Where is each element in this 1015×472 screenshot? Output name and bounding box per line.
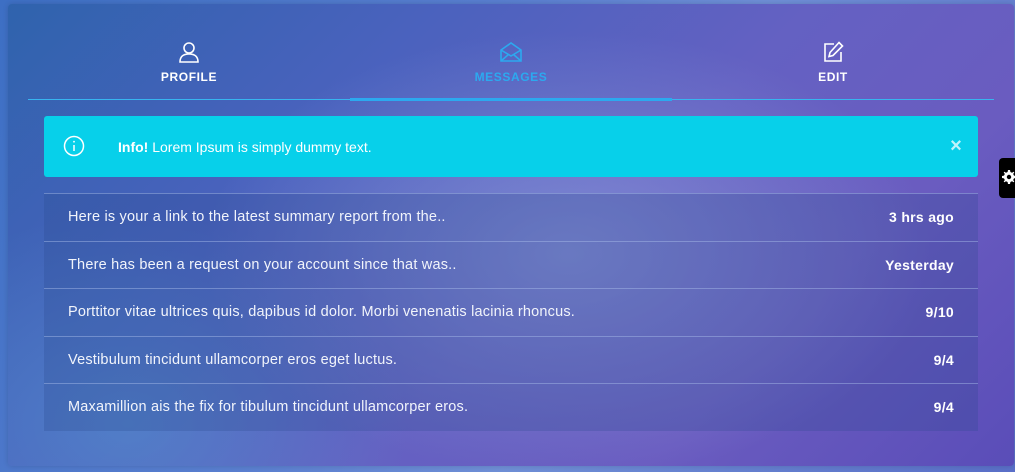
message-time: 3 hrs ago: [889, 209, 954, 226]
list-item[interactable]: Here is your a link to the latest summar…: [44, 193, 978, 241]
tab-profile[interactable]: PROFILE: [28, 4, 350, 99]
tab-bar: PROFILE MESSAGES EDIT: [28, 4, 994, 101]
tab-label: MESSAGES: [474, 70, 548, 84]
settings-toggle[interactable]: [999, 158, 1015, 198]
message-text: There has been a request on your account…: [68, 256, 457, 273]
info-alert: Info! Lorem Ipsum is simply dummy text. …: [44, 116, 978, 177]
alert-strong: Info!: [118, 139, 149, 155]
message-time: Yesterday: [885, 256, 954, 273]
info-icon: [63, 135, 85, 157]
envelope-open-icon: [500, 42, 522, 62]
gear-icon: [1002, 170, 1015, 184]
close-icon[interactable]: ×: [948, 135, 964, 157]
tab-edit[interactable]: EDIT: [672, 4, 994, 99]
message-time: 9/4: [933, 351, 954, 368]
message-time: 9/4: [933, 399, 954, 416]
tab-label: PROFILE: [160, 70, 218, 84]
message-list: Here is your a link to the latest summar…: [44, 193, 978, 431]
message-text: Maxamillion ais the fix for tibulum tinc…: [68, 399, 469, 416]
alert-message: Info! Lorem Ipsum is simply dummy text.: [118, 139, 372, 155]
message-text: Porttitor vitae ultrices quis, dapibus i…: [68, 304, 576, 321]
edit-icon: [824, 41, 844, 62]
list-item[interactable]: Maxamillion ais the fix for tibulum tinc…: [44, 383, 978, 431]
list-item[interactable]: Vestibulum tincidunt ullamcorper eros eg…: [44, 335, 978, 383]
alert-text: Lorem Ipsum is simply dummy text.: [148, 139, 372, 155]
message-text: Vestibulum tincidunt ullamcorper eros eg…: [68, 351, 398, 368]
message-time: 9/10: [925, 304, 954, 321]
list-item[interactable]: Porttitor vitae ultrices quis, dapibus i…: [44, 288, 978, 336]
user-icon: [179, 42, 199, 63]
message-text: Here is your a link to the latest summar…: [68, 209, 446, 226]
tab-label: EDIT: [818, 70, 848, 84]
card: PROFILE MESSAGES EDIT Info! Lorem Ipsum …: [8, 4, 1014, 466]
list-item[interactable]: There has been a request on your account…: [44, 240, 978, 288]
tab-messages[interactable]: MESSAGES: [350, 4, 672, 101]
